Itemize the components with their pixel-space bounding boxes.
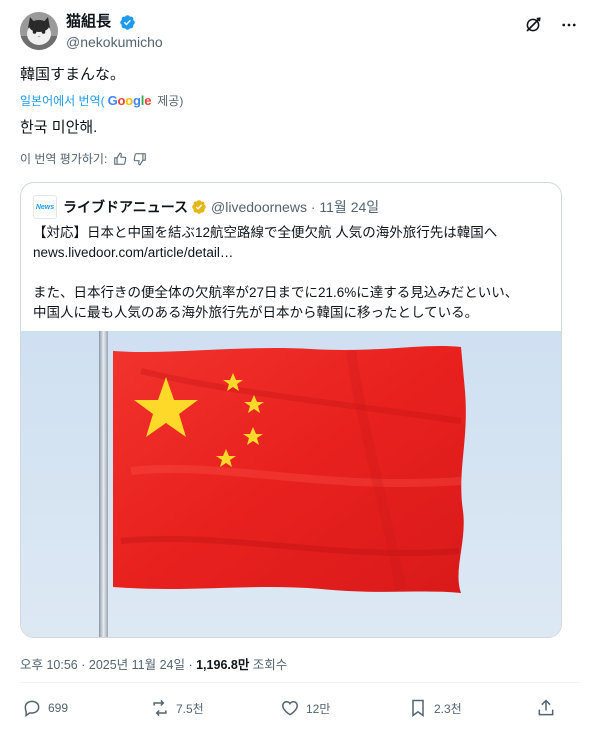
quoted-link[interactable]: news.livedoor.com/article/detail…: [33, 243, 549, 263]
rate-translation: 이 번역 평가하기:: [20, 150, 147, 167]
like-count: 12만: [306, 701, 331, 716]
divider: [20, 682, 580, 683]
grok-icon[interactable]: [522, 14, 544, 36]
quoted-tweet-body: 【対応】日本と中国を結ぶ12航空路線で全便欠航 人気の海外旅行先は韓国へ new…: [33, 223, 549, 323]
tweet-timestamp[interactable]: 오후 10:56 · 2025년 11월 24일 ·: [20, 658, 196, 672]
verified-badge-icon: [120, 14, 136, 30]
avatar[interactable]: [20, 12, 58, 50]
view-count: 1,196.8만: [196, 658, 250, 672]
repost-button[interactable]: 7.5천: [150, 698, 204, 718]
header-actions: [522, 14, 580, 36]
tweet-meta: 오후 10:56 · 2025년 11월 24일 · 1,196.8만 조회수: [20, 654, 287, 673]
rate-label: 이 번역 평가하기:: [20, 152, 108, 166]
quoted-headline: 【対応】日本と中国を結ぶ12航空路線で全便欠航 人気の海外旅行先は韓国へ: [33, 225, 498, 240]
tweet-header: 猫組長 @nekokumicho: [20, 12, 580, 54]
cat-avatar-icon: [20, 12, 58, 50]
thumbs-up-icon[interactable]: [113, 152, 127, 166]
chinese-flag-photo-icon: [21, 331, 561, 637]
like-button[interactable]: 12만: [280, 698, 330, 718]
author-handle[interactable]: @nekokumicho: [66, 32, 163, 52]
livedoor-news-logo: News: [33, 195, 57, 219]
repost-icon: [153, 699, 167, 717]
quoted-author-name[interactable]: ライブドアニュース: [63, 197, 188, 217]
bookmark-button[interactable]: 2.3천: [408, 698, 462, 718]
more-options-icon[interactable]: [558, 14, 580, 36]
reply-count: 699: [48, 701, 69, 715]
bookmark-icon: [412, 699, 424, 717]
share-icon: [538, 699, 554, 716]
reply-button[interactable]: 699: [22, 698, 68, 718]
quoted-handle-time: @livedoornews · 11월 24일: [211, 199, 380, 215]
quoted-text-line: また、日本行きの便全体の欠航率が27日までに21.6%に達する見込みだといい、: [33, 285, 519, 300]
repost-count: 7.5천: [176, 701, 204, 716]
bookmark-count: 2.3천: [434, 701, 462, 716]
reply-icon: [24, 700, 40, 717]
quoted-media-image[interactable]: [21, 331, 561, 637]
translate-prefix: 일본어에서 번역(: [20, 94, 105, 108]
action-bar: 699 7.5천 12만 2.3천: [20, 698, 560, 724]
translated-text: 한국 미안해.: [20, 119, 98, 136]
translate-suffix: 제공): [157, 94, 184, 108]
views-label: 조회수: [249, 658, 288, 672]
quoted-tweet-header: News ライブドアニュース @livedoornews · 11월 24일: [33, 195, 379, 219]
google-logo: Google: [107, 93, 152, 108]
gold-verified-badge-icon: [192, 200, 206, 214]
tweet-text: 韓国すまんな。: [20, 66, 126, 83]
thumbs-down-icon[interactable]: [133, 152, 147, 166]
author-info: 猫組長 @nekokumicho: [66, 12, 163, 52]
translation-attribution[interactable]: 일본어에서 번역( Google 제공): [20, 92, 183, 109]
quoted-tweet[interactable]: News ライブドアニュース @livedoornews · 11월 24일 【…: [20, 182, 562, 638]
tweet-detail: 猫組長 @nekokumicho 韓国すまんな。 일본어에서 번역( Googl…: [0, 0, 600, 747]
author-display-name[interactable]: 猫組長: [66, 12, 111, 32]
quoted-text-line: 中国人に最も人気のある海外旅行先が日本から韓国に移ったとしている。: [33, 305, 479, 320]
share-button[interactable]: [536, 698, 556, 718]
heart-icon: [282, 700, 298, 716]
